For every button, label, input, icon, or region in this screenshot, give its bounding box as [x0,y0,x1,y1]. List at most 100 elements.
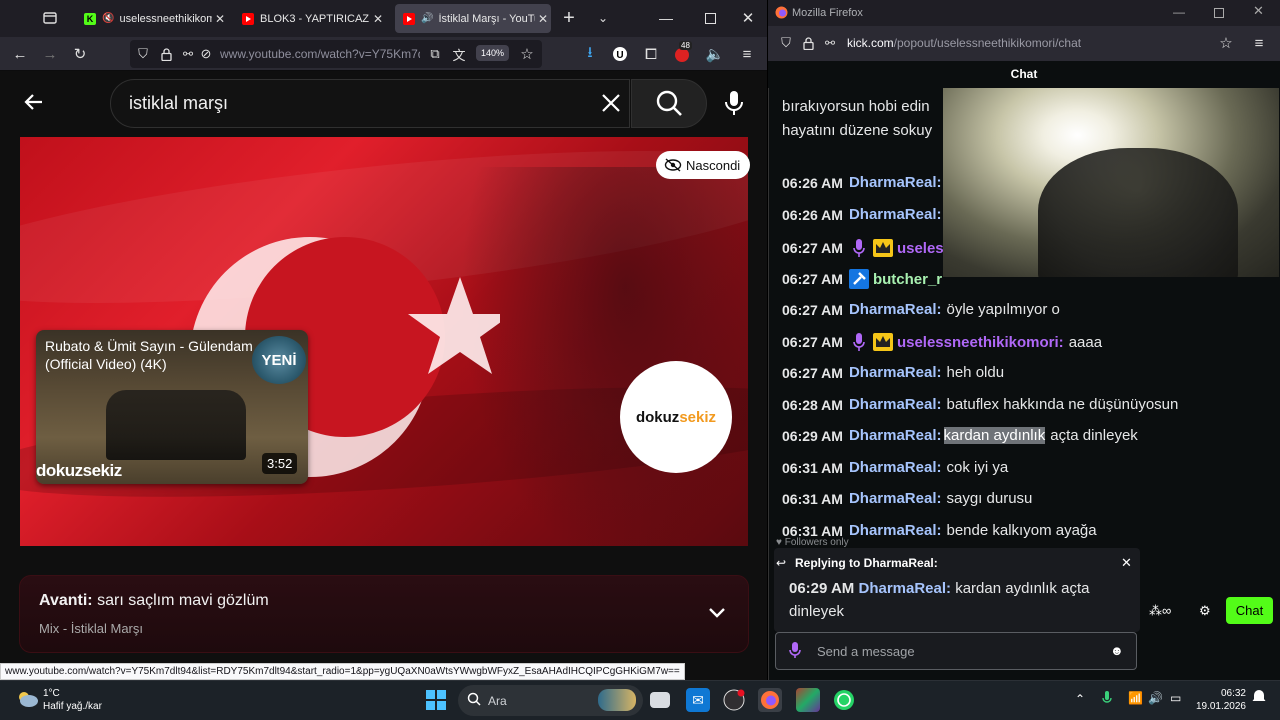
translate-icon[interactable]: 文 [449,44,469,64]
search-query[interactable]: istiklal marşı [129,93,228,114]
bookmark-star-icon[interactable]: ☆ [1216,33,1236,53]
chat-message[interactable]: 06:27 AM DharmaReal: öyle yapılmıyor o [782,301,1060,318]
suggested-video-title[interactable]: Rubato & Ümit Sayın - Gülendam (Official… [45,337,275,373]
start-icon[interactable] [424,688,448,712]
chat-message[interactable]: 06:26 AM DharmaReal: [782,174,942,191]
bookmark-star-icon[interactable]: ☆ [517,44,537,64]
clear-search-icon[interactable] [600,92,622,119]
message-username[interactable]: DharmaReal: [849,396,942,413]
chat-message[interactable]: 06:31 AM DharmaReal: cok iyi ya [782,459,1008,476]
permissions-icon[interactable]: ⚯ [820,33,840,53]
shield-icon[interactable]: ⛉ [133,44,153,64]
close-window-icon[interactable]: ✕ [1253,3,1264,19]
speaker-icon[interactable]: 🔊 [421,13,433,24]
microphone-icon[interactable] [1102,691,1112,712]
emoji-icon[interactable]: ☻ [1110,643,1124,658]
wifi-icon[interactable]: 📶 [1128,691,1143,705]
back-icon[interactable]: ← [10,44,30,64]
notification-icon[interactable] [1252,689,1266,710]
message-username[interactable]: DharmaReal: [849,459,942,476]
back-arrow-icon[interactable] [22,90,48,116]
tab-list-icon[interactable] [40,8,60,28]
tab-close-icon[interactable]: ✕ [535,12,551,26]
chevron-up-icon[interactable]: ⌃ [1075,692,1085,706]
message-username[interactable]: uselessneethikikomori: [897,334,1064,351]
muted-speaker-icon[interactable]: 🔇 [102,13,114,24]
picture-in-picture-icon[interactable]: ⧉ [425,44,445,64]
tab-close-icon[interactable]: ✕ [370,12,386,26]
tab-close-icon[interactable]: ✕ [212,12,228,26]
zoom-level[interactable]: 140% [476,45,510,61]
message-username[interactable]: DharmaReal: [849,490,942,507]
url-bar[interactable]: kick.com/popout/uselessneethikikomori/ch… [847,36,1081,50]
weather-icon[interactable] [15,688,39,715]
chat-message[interactable]: 06:28 AM DharmaReal: batuflex hakkında ne … [782,396,1178,413]
permissions-icon[interactable]: ⚯ [178,44,198,64]
message-username[interactable]: DharmaReal: [849,301,942,318]
forward-icon[interactable]: → [40,44,60,64]
chat-message[interactable]: 06:27 AM uselessneethikikomori: aaaa [782,332,1102,352]
chat-message[interactable]: 06:29 AM DharmaReal: kardan aydınlık açta d… [782,427,1138,444]
url-host: kick.com [847,36,894,50]
minimize-icon[interactable]: — [656,8,676,28]
weather-widget[interactable]: 1°C Hafif yağ./kar [43,687,102,713]
message-username[interactable]: DharmaReal: [849,427,942,444]
ublock-icon[interactable]: U [610,44,630,64]
downloads-icon[interactable]: ⭳ [580,44,600,64]
task-view-icon[interactable] [650,692,670,708]
message-username[interactable]: butcher_r [873,271,942,288]
search-icon[interactable] [655,89,683,122]
firefox-taskbar-icon[interactable] [758,688,782,712]
close-window-icon[interactable]: ✕ [738,8,758,28]
message-username[interactable]: DharmaReal: [849,364,942,381]
close-reply-icon[interactable]: ✕ [1121,555,1132,571]
people-icon[interactable]: ⁂∞ [1149,603,1171,619]
hide-button[interactable]: Nascondi [656,151,751,179]
chevron-down-icon[interactable] [707,606,727,625]
microphone-icon[interactable] [789,642,801,664]
minimize-icon[interactable]: — [1173,5,1185,19]
extensions-icon[interactable]: ⧠ [641,44,661,64]
whatsapp-icon[interactable] [832,688,856,712]
message-username[interactable]: DharmaReal: [849,522,942,539]
blocked-autoplay-icon[interactable]: ⊘ [196,44,216,64]
menu-icon[interactable]: ≡ [1249,33,1269,53]
message-username[interactable]: DharmaReal: [849,206,942,223]
chat-message[interactable]: 06:27 AM useles [782,238,944,258]
clock[interactable]: 06:32 19.01.2026 [1194,687,1246,713]
maximize-icon[interactable] [1214,5,1224,23]
channel-logo[interactable]: dokuz sekiz [620,361,732,473]
reload-icon[interactable]: ↻ [70,44,90,64]
tab-blok3[interactable]: BLOK3 - YAPTIRICAZ TIRNAK ✕ [234,4,386,33]
message-username[interactable]: useles [897,240,944,257]
lock-icon[interactable] [156,44,176,64]
chat-send-button[interactable]: Chat [1226,597,1273,624]
tab-kick[interactable]: K 🔇 uselessneethikikomori ✕ [76,4,228,33]
speaker-muted-icon[interactable]: 🔈 [705,44,725,64]
game-app-icon[interactable] [796,688,820,712]
mix-playlist-card[interactable] [19,575,749,653]
message-time: 06:28 AM [782,396,843,413]
menu-icon[interactable]: ≡ [737,44,757,64]
message-username[interactable]: DharmaReal: [849,174,942,191]
chat-message-partial: hayatını düzene sokuy [782,122,933,139]
chat-message[interactable]: 06:27 AM butcher_r [782,269,942,289]
obs-icon[interactable] [722,688,746,712]
new-tab-icon[interactable]: + [559,7,579,29]
maximize-icon[interactable] [700,8,720,28]
clock-time: 06:32 [1220,688,1246,699]
chevron-down-icon[interactable]: ⌄ [593,8,613,28]
outlook-icon[interactable]: ✉ [686,688,710,712]
url-text[interactable]: www.youtube.com/watch?v=Y75Km7dl [220,47,420,61]
battery-icon[interactable]: ▭ [1170,691,1181,705]
shield-icon[interactable]: ⛉ [776,33,796,53]
tab-istiklal-marsi[interactable]: 🔊 İstiklal Marşı - YouTube ✕ [395,4,551,33]
volume-icon[interactable]: 🔊 [1148,691,1163,705]
microphone-icon[interactable] [722,89,746,122]
chat-message[interactable]: 06:27 AM DharmaReal: heh oldu [782,364,1004,381]
gear-icon[interactable]: ⚙ [1199,603,1211,619]
chat-message[interactable]: 06:26 AM DharmaReal: [782,206,942,223]
message-time: 06:26 AM [782,174,843,191]
lock-icon[interactable] [798,33,818,53]
chat-message[interactable]: 06:31 AM DharmaReal: saygı durusu [782,490,1032,507]
